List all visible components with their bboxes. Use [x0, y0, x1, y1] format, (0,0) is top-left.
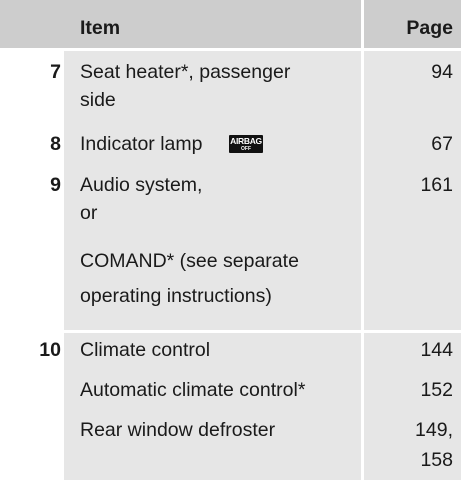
row-item-text: Indicator lamp: [80, 133, 203, 155]
row-number: 7: [50, 61, 61, 83]
row-page: 94: [431, 61, 453, 83]
index-table: Item Page 7 Seat heater*, passenger side…: [0, 0, 461, 480]
airbag-off-indicator-icon: AIRBAG OFF: [229, 135, 263, 153]
row-number: 10: [39, 339, 61, 361]
row-divider: [0, 330, 461, 333]
row-page: 149,: [415, 419, 453, 441]
row-number: 8: [50, 133, 61, 155]
row-item-text: Automatic climate control*: [80, 379, 306, 401]
row-item-text: operating instructions): [80, 285, 272, 307]
row-item-text: Rear window defroster: [80, 419, 276, 441]
row-item-text: Audio system,: [80, 174, 203, 196]
table-header: [0, 0, 461, 48]
row-divider: [0, 48, 461, 51]
row-item-text: Climate control: [80, 339, 211, 361]
row-item-text: side: [80, 89, 116, 111]
column-divider: [361, 0, 364, 480]
row-page: 161: [420, 174, 453, 196]
header-page: Page: [406, 17, 453, 39]
row-number: 9: [50, 174, 61, 196]
row-item-text: Seat heater*, passenger: [80, 61, 291, 83]
row-page: 158: [420, 449, 453, 471]
row-item-text: or: [80, 202, 98, 224]
row-page: 152: [420, 379, 453, 401]
header-item: Item: [80, 17, 121, 39]
row-item-text: COMAND* (see separate: [80, 250, 299, 272]
row-page: 67: [431, 133, 453, 155]
row-page: 144: [420, 339, 453, 361]
